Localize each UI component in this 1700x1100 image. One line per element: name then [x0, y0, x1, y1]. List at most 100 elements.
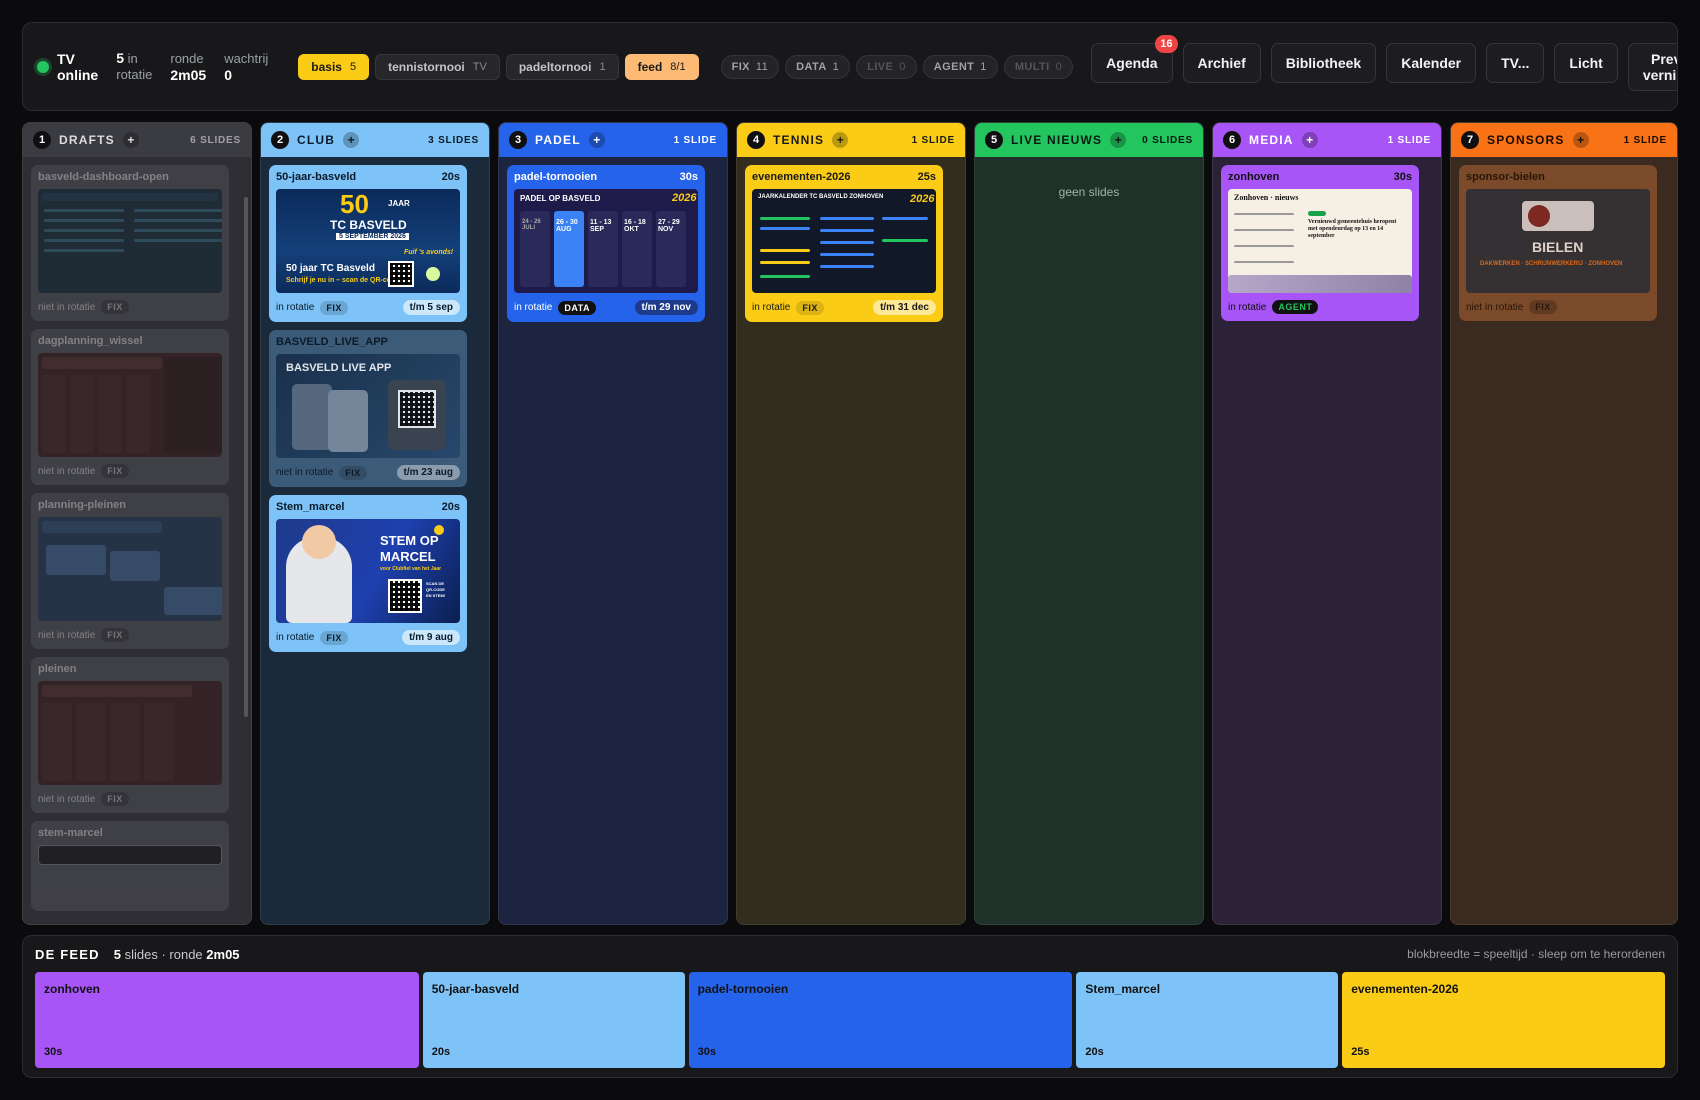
kalender-button[interactable]: Kalender — [1386, 42, 1477, 83]
tv-status: TV online — [37, 51, 98, 83]
add-slide-icon[interactable]: + — [1110, 132, 1127, 148]
feed-segment[interactable]: zonhoven 30s — [35, 972, 419, 1068]
slide-thumbnail: Zonhoven · nieuws Vernieuwd gemeentehuis… — [1228, 189, 1412, 293]
slide-card[interactable]: zonhoven 30s Zonhoven · nieuws Vernieuwd … — [1221, 165, 1419, 321]
tennis-ball-icon — [434, 525, 444, 535]
agenda-count-badge: 16 — [1155, 34, 1178, 53]
add-slide-icon[interactable]: + — [832, 132, 849, 148]
slide-thumbnail: BASVELD LIVE APP — [276, 354, 460, 458]
column-header: 1 DRAFTS + 6 SLIDES — [23, 123, 251, 157]
tennis-ball-icon — [426, 267, 440, 281]
previews-refresh-button[interactable]: Previewsvernieuwen — [1627, 42, 1677, 91]
slide-thumbnail: STEM OP MARCEL voor Clubfiel van het Jaa… — [276, 519, 460, 623]
top-bar: TV online 5 in rotatie ronde 2m05 wachtr… — [22, 22, 1678, 111]
filter-multi[interactable]: MULTI 0 — [1003, 54, 1074, 79]
slide-thumbnail: 50 JAAR TC BASVELD 5 SEPTEMBER 2026 Fuif… — [276, 189, 460, 293]
agenda-button[interactable]: Agenda 16 — [1091, 34, 1178, 83]
type-filters: FIX 11 DATA 1 LIVE 0 AGENT 1 MULTI 0 — [720, 54, 1074, 79]
playlist-chip-feed[interactable]: feed 8/1 — [624, 53, 699, 80]
slide-thumbnail — [38, 517, 222, 621]
slide-card[interactable]: padel-tornooien 30s PADEL OP BASVELD 2026… — [507, 165, 705, 322]
column-padel: 3 PADEL + 1 SLIDE padel-tornooien 30s PAD… — [498, 122, 728, 925]
slide-card[interactable]: BASVELD_LIVE_APP BASVELD LIVE APP niet i… — [269, 330, 467, 487]
feed-segment-name: Stem_marcel — [1085, 982, 1161, 996]
slide-card[interactable]: basveld-dashboard-open niet in rotatie FI… — [31, 165, 229, 321]
queue-stat: wachtrij 0 — [224, 50, 269, 83]
feed-segment-duration: 25s — [1351, 1046, 1370, 1058]
slide-card[interactable]: stem-marcel — [31, 821, 229, 911]
nav-buttons: Agenda 16 Archief Bibliotheek Kalender T… — [1091, 34, 1677, 91]
phone-mockup-icon — [328, 390, 368, 452]
add-slide-icon[interactable]: + — [588, 132, 605, 148]
drafts-scrollbar[interactable] — [244, 197, 248, 717]
column-header: 3 PADEL + 1 SLIDE — [499, 123, 727, 157]
column-header: 6 MEDIA + 1 SLIDE — [1213, 123, 1441, 157]
column-header: 2 CLUB + 3 SLIDES — [261, 123, 489, 157]
feed-summary: 5 slides · ronde 2m05 — [113, 946, 240, 962]
playlist-chip-basis[interactable]: basis 5 — [298, 53, 370, 80]
feed-segment-duration: 20s — [1085, 1046, 1104, 1058]
column-media: 6 MEDIA + 1 SLIDE zonhoven 30s Zonhoven ·… — [1212, 122, 1442, 925]
feed-segment[interactable]: padel-tornooien 30s — [688, 972, 1073, 1068]
qr-code-icon — [388, 579, 422, 613]
qr-code-icon — [388, 261, 414, 287]
rotation-stat: 5 in rotatie — [116, 50, 153, 82]
column-tennis: 4 TENNIS + 1 SLIDE evenementen-2026 25s J… — [736, 122, 966, 925]
playlist-selector: basis 5 tennistornooi TV padeltornooi 1 fee… — [298, 53, 699, 80]
feed-segment-duration: 30s — [697, 1046, 716, 1058]
add-slide-icon[interactable]: + — [1572, 132, 1589, 148]
status-line-2: online — [57, 66, 99, 83]
archief-button[interactable]: Archief — [1182, 42, 1261, 83]
slide-card[interactable]: Stem_marcel 20s STEM OP MARCEL voor Clubf… — [269, 495, 467, 652]
bibliotheek-button[interactable]: Bibliotheek — [1270, 42, 1377, 83]
filter-agent[interactable]: AGENT 1 — [922, 54, 998, 79]
filter-live[interactable]: LIVE 0 — [856, 54, 917, 79]
column-header: 5 LIVE NIEUWS + 0 SLIDES — [975, 123, 1203, 157]
feed-segment-duration: 30s — [44, 1046, 63, 1058]
feed-segment-duration: 20s — [431, 1046, 451, 1058]
online-indicator-icon — [37, 60, 49, 73]
licht-button[interactable]: Licht — [1554, 42, 1618, 83]
column-live-nieuws: 5 LIVE NIEUWS + 0 SLIDES geen slides — [974, 122, 1204, 925]
filter-fix[interactable]: FIX 11 — [720, 54, 780, 79]
slide-card[interactable]: planning-pleinen niet in rotatie FIX — [31, 493, 229, 649]
column-header: 7 SPONSORS + 1 SLIDE — [1451, 123, 1677, 157]
add-slide-icon[interactable]: + — [343, 132, 360, 148]
filter-data[interactable]: DATA 1 — [785, 54, 851, 79]
feed-track: zonhoven 30s 50-jaar-basveld 20s padel-torno… — [35, 972, 1665, 1068]
playlist-chip-padeltornooi[interactable]: padeltornooi 1 — [505, 53, 619, 80]
slide-card[interactable]: evenementen-2026 25s JAARKALENDER TC BASV… — [745, 165, 943, 322]
feed-segment-name: zonhoven — [44, 982, 100, 996]
column-drafts: 1 DRAFTS + 6 SLIDES basveld-dashboard-op… — [22, 122, 252, 925]
slide-card[interactable]: sponsor-bielen BIELEN DAKWERKEN · SCHRIJ… — [1459, 165, 1657, 321]
slide-thumbnail — [38, 681, 222, 785]
add-slide-icon[interactable]: + — [1301, 132, 1318, 148]
feed-title: DE FEED — [35, 946, 100, 962]
feed-segment[interactable]: Stem_marcel 20s — [1076, 972, 1339, 1068]
slide-thumbnail: JAARKALENDER TC BASVELD ZONHOVEN 2026 — [752, 189, 936, 293]
playlist-chip-tennistornooi[interactable]: tennistornooi TV — [375, 53, 500, 80]
category-columns: 1 DRAFTS + 6 SLIDES basveld-dashboard-op… — [22, 122, 1678, 925]
status-line-1: TV — [57, 50, 75, 67]
slide-thumbnail: PADEL OP BASVELD 2026 24 - 26 JULI 26 - … — [514, 189, 698, 293]
feed-segment[interactable]: 50-jaar-basveld 20s — [422, 972, 685, 1068]
round-stat: ronde 2m05 — [170, 50, 207, 83]
empty-state: geen slides — [1058, 185, 1120, 199]
slide-card[interactable]: 50-jaar-basveld 20s 50 JAAR TC BASVELD 5 … — [269, 165, 467, 322]
column-sponsors: 7 SPONSORS + 1 SLIDE sponsor-bielen BIEL… — [1450, 122, 1678, 925]
feed-timeline: DE FEED 5 slides · ronde 2m05 blokbreedt… — [22, 935, 1678, 1078]
slide-card[interactable]: pleinen niet in rotatie FIX — [31, 657, 229, 813]
feed-segment-name: 50-jaar-basveld — [431, 982, 520, 996]
feed-segment-name: evenementen-2026 — [1351, 982, 1459, 996]
column-header: 4 TENNIS + 1 SLIDE — [737, 123, 965, 157]
tv-button[interactable]: TV... — [1486, 42, 1545, 83]
feed-segment[interactable]: evenementen-2026 25s — [1342, 972, 1665, 1068]
qr-code-icon — [398, 390, 436, 428]
add-slide-icon[interactable]: + — [122, 132, 139, 148]
slide-thumbnail — [38, 353, 222, 457]
column-club: 2 CLUB + 3 SLIDES 50-jaar-basveld 20s 50 … — [260, 122, 490, 925]
slide-card[interactable]: dagplanning_wissel niet in rotatie FIX — [31, 329, 229, 485]
feed-segment-name: padel-tornooien — [697, 982, 789, 996]
broken-image-icon — [38, 845, 222, 865]
slide-thumbnail: BIELEN DAKWERKEN · SCHRIJNWERKERIJ · ZON… — [1466, 189, 1650, 293]
